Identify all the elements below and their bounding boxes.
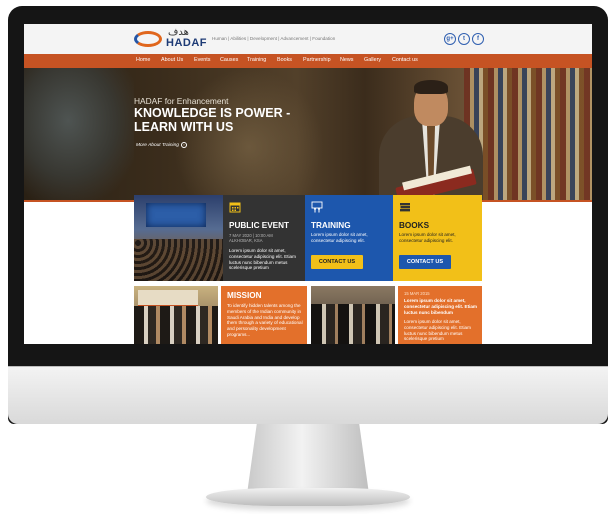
hero-bg-blur-center	[174, 68, 324, 200]
google-plus-icon[interactable]: g+	[444, 33, 456, 45]
hero-subtitle: HADAF for Enhancement	[134, 96, 229, 106]
tagline: Human | Abilities | Development | Advanc…	[212, 36, 336, 41]
bookshelf-image	[464, 68, 592, 200]
event-crowd	[134, 239, 223, 281]
man-hair	[414, 80, 448, 94]
mission-title: MISSION	[227, 291, 262, 300]
hero-title-line-1: KNOWLEDGE IS POWER -	[134, 106, 291, 120]
more-about-training-link[interactable]: More About Training ›	[136, 142, 187, 148]
twitter-icon[interactable]: t	[458, 33, 470, 45]
nav-about-us[interactable]: About Us	[161, 57, 183, 63]
hadaf-logo[interactable]: هدف HADAF	[134, 27, 207, 51]
mission-description: To identify hidden talents among the mem…	[227, 303, 303, 337]
event-stage	[146, 203, 206, 227]
event-description: Lorem ipsum dolor sit amet, consectetur …	[229, 248, 296, 271]
nav-partnership[interactable]: Partnership	[303, 57, 331, 63]
logo-name: HADAF	[166, 37, 207, 49]
calendar-icon	[229, 202, 241, 213]
mission-card[interactable]: MISSION To identify hidden talents among…	[221, 286, 307, 344]
presentation-icon	[311, 201, 323, 213]
hero-link-label: More About Training	[136, 143, 179, 148]
event-photo	[134, 195, 223, 281]
training-card[interactable]: TRAINING Lorem ipsum dolor sit amet, con…	[305, 195, 393, 281]
books-contact-button[interactable]: CONTACT US	[399, 255, 451, 269]
news-card[interactable]: 15 MAR 2015 Lorem ipsum dolor sit amet, …	[398, 286, 482, 344]
mission-photo	[134, 286, 218, 344]
news-description: Lorem ipsum dolor sit amet, consectetur …	[404, 319, 471, 342]
facebook-icon[interactable]: f	[472, 33, 484, 45]
mission-photo-people	[134, 306, 218, 344]
nav-books[interactable]: Books	[277, 57, 292, 63]
news-headline: Lorem ipsum dolor sit amet, consectetur …	[404, 298, 478, 315]
hero-title-line-2: LEARN WITH US	[134, 120, 234, 134]
books-description: Lorem ipsum dolor sit amet, consectetur …	[399, 232, 456, 243]
website-screen: هدف HADAF Human | Abilities | Developmen…	[24, 24, 592, 344]
public-event-title: PUBLIC EVENT	[229, 221, 290, 230]
public-event-card[interactable]: PUBLIC EVENT 7 MAY 2020 | 10:00 AM ALKHO…	[223, 195, 305, 281]
header-bar: هدف HADAF Human | Abilities | Developmen…	[24, 24, 592, 54]
training-contact-button[interactable]: CONTACT US	[311, 255, 363, 269]
nav-events[interactable]: Events	[194, 57, 210, 63]
main-nav: Home About Us Events Causes Training Boo…	[24, 54, 592, 68]
monitor-stand	[247, 424, 369, 494]
arrow-circle-icon: ›	[180, 142, 187, 148]
nav-gallery[interactable]: Gallery	[364, 57, 381, 63]
nav-causes[interactable]: Causes	[220, 57, 238, 63]
logo-swirl-icon	[134, 31, 162, 47]
nav-news[interactable]: News	[340, 57, 353, 63]
nav-training[interactable]: Training	[247, 57, 266, 63]
hero-banner: HADAF for Enhancement KNOWLEDGE IS POWER…	[24, 68, 592, 200]
training-title: TRAINING	[311, 221, 351, 230]
training-description: Lorem ipsum dolor sit amet, consectetur …	[311, 232, 368, 243]
audience-photo-people	[311, 304, 395, 344]
event-location: ALKHOBAR, KSA	[229, 238, 263, 243]
hero-bg-blur-left	[24, 68, 134, 200]
nav-home[interactable]: Home	[136, 57, 150, 63]
nav-contact-us[interactable]: Contact us	[392, 57, 418, 63]
audience-photo	[311, 286, 395, 344]
monitor-base	[206, 488, 410, 506]
monitor-chin	[8, 366, 608, 424]
hero-title: KNOWLEDGE IS POWER - LEARN WITH US	[134, 106, 334, 134]
books-icon	[400, 203, 410, 212]
news-date: 15 MAR 2015	[404, 291, 430, 296]
books-card[interactable]: BOOKS Lorem ipsum dolor sit amet, consec…	[393, 195, 482, 281]
books-title: BOOKS	[399, 221, 430, 230]
